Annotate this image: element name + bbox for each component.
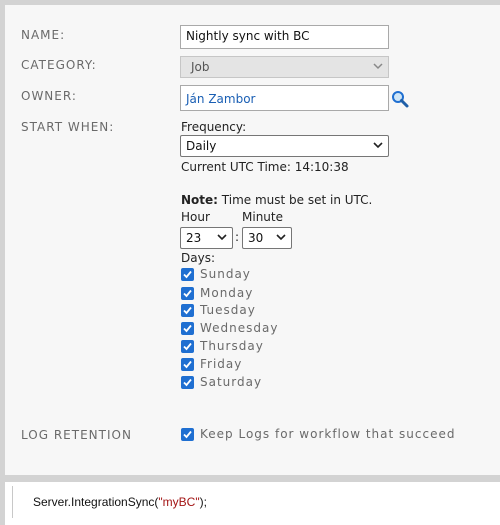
- day-label-sunday: Sunday: [200, 267, 251, 281]
- chevron-down-icon: [276, 234, 286, 241]
- frequency-value: Daily: [186, 139, 217, 153]
- day-label-friday: Friday: [200, 357, 243, 371]
- day-label-thursday: Thursday: [200, 339, 264, 353]
- current-utc-time: Current UTC Time: 14:10:38: [181, 160, 349, 174]
- checkbox-wednesday[interactable]: [181, 322, 194, 335]
- time-separator: :: [235, 230, 240, 244]
- workflow-settings-panel: NAME: Nightly sync with BC CATEGORY: Job…: [5, 5, 500, 475]
- minute-label: Minute: [242, 210, 283, 224]
- chevron-down-icon: [373, 63, 383, 70]
- checkmark-icon: [183, 360, 192, 369]
- day-label-wednesday: Wednesday: [200, 321, 279, 335]
- day-label-saturday: Saturday: [200, 375, 263, 389]
- magnifier-icon[interactable]: [390, 89, 410, 109]
- days-label: Days:: [181, 251, 215, 265]
- day-label-tuesday: Tuesday: [200, 303, 256, 317]
- code-editor[interactable]: Server.IntegrationSync("myBC");: [5, 482, 500, 525]
- checkbox-monday[interactable]: [181, 287, 194, 300]
- checkbox-friday[interactable]: [181, 358, 194, 371]
- owner-input[interactable]: Ján Zambor: [180, 85, 389, 111]
- checkmark-icon: [183, 378, 192, 387]
- code-string: "myBC": [158, 495, 200, 509]
- category-value: Job: [191, 60, 210, 74]
- hour-label: Hour: [181, 210, 210, 224]
- checkmark-icon: [183, 270, 192, 279]
- name-label: NAME:: [21, 28, 66, 42]
- frequency-select[interactable]: Daily: [180, 135, 389, 157]
- hour-value: 23: [186, 231, 202, 245]
- code-gutter: [12, 486, 13, 518]
- checkmark-icon: [183, 324, 192, 333]
- checkmark-icon: [183, 430, 192, 439]
- owner-label: OWNER:: [21, 89, 77, 103]
- code-prefix: Server.IntegrationSync(: [33, 495, 159, 509]
- minute-select[interactable]: 30: [242, 227, 292, 249]
- note-bold: Note:: [181, 193, 218, 207]
- checkbox-tuesday[interactable]: [181, 304, 194, 317]
- note-text: Time must be set in UTC.: [217, 193, 373, 207]
- keep-logs-label[interactable]: Keep Logs for workflow that succeed: [200, 427, 455, 441]
- hour-select[interactable]: 23: [180, 227, 233, 249]
- chevron-down-icon: [217, 234, 227, 241]
- day-label-monday: Monday: [200, 286, 254, 300]
- checkbox-thursday[interactable]: [181, 340, 194, 353]
- frequency-label: Frequency:: [181, 120, 247, 134]
- checkbox-keep-logs[interactable]: [181, 428, 194, 441]
- checkmark-icon: [183, 342, 192, 351]
- chevron-down-icon: [373, 142, 383, 149]
- checkbox-saturday[interactable]: [181, 376, 194, 389]
- name-input[interactable]: Nightly sync with BC: [180, 25, 389, 49]
- checkmark-icon: [183, 289, 192, 298]
- start-when-label: START WHEN:: [21, 120, 115, 134]
- checkbox-sunday[interactable]: [181, 268, 194, 281]
- category-label: CATEGORY:: [21, 58, 97, 72]
- code-suffix: );: [199, 495, 207, 509]
- utc-note: Note: Time must be set in UTC.: [181, 193, 372, 207]
- category-select: Job: [180, 56, 389, 78]
- checkmark-icon: [183, 306, 192, 315]
- log-retention-label: LOG RETENTION: [21, 428, 132, 442]
- code-line: Server.IntegrationSync("myBC");: [33, 495, 207, 509]
- minute-value: 30: [248, 231, 264, 245]
